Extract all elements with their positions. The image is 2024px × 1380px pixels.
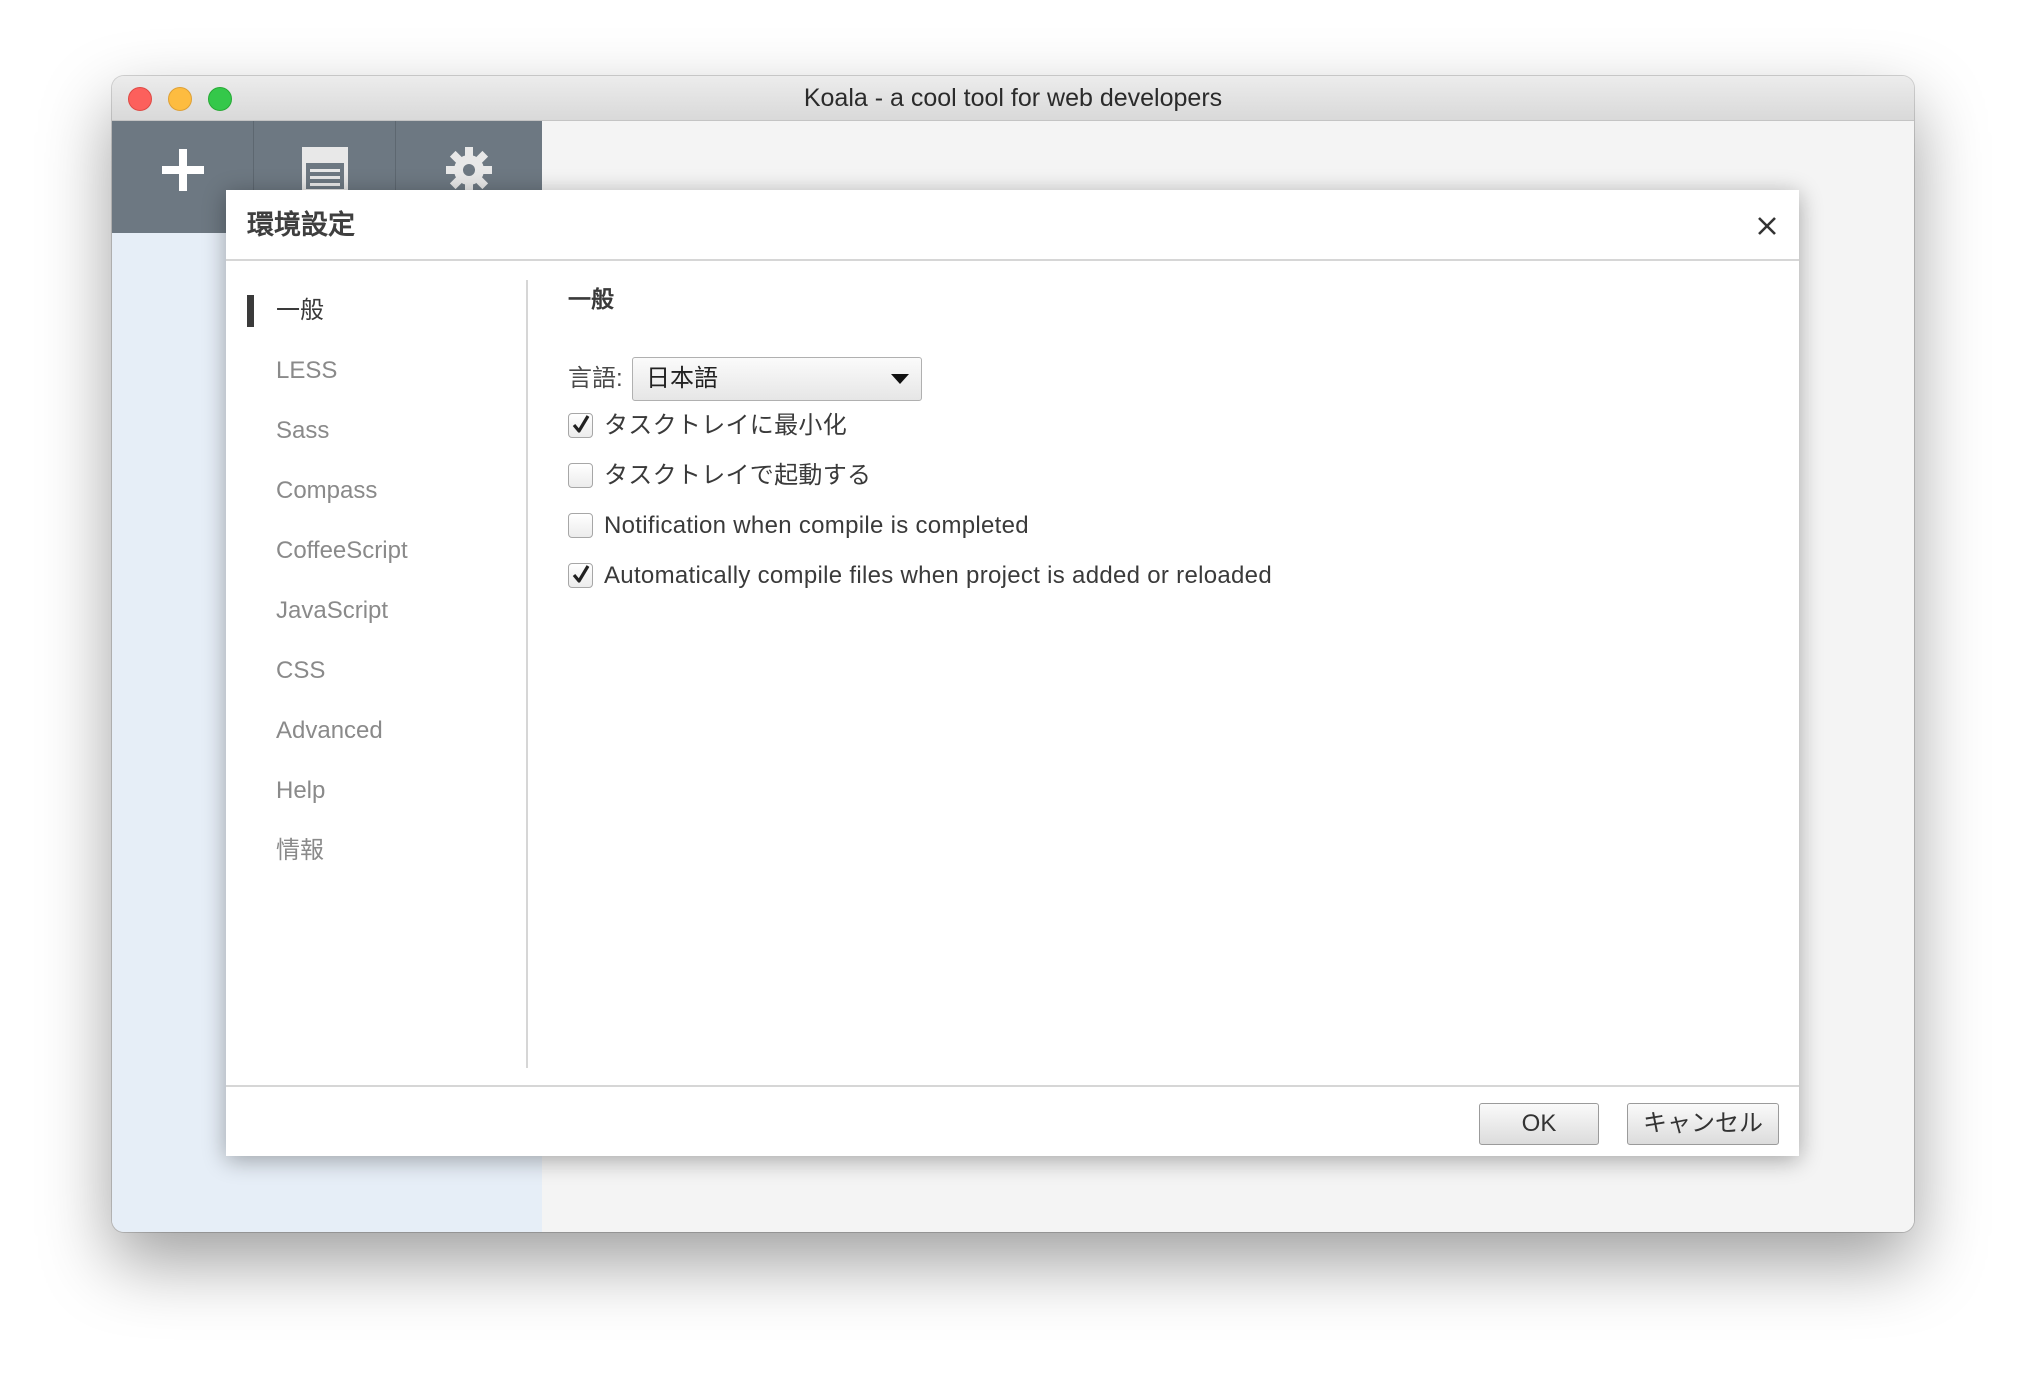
nav-item-label: 一般 (276, 297, 324, 324)
auto-compile-checkbox[interactable] (568, 563, 593, 588)
chevron-down-icon (891, 374, 909, 384)
dialog-footer: OK キャンセル (226, 1085, 1799, 1156)
nav-item-advanced[interactable]: Advanced (226, 701, 526, 761)
nav-item-about[interactable]: 情報 (226, 821, 526, 881)
nav-item-coffeescript[interactable]: CoffeeScript (226, 521, 526, 581)
checkbox-label: Notification when compile is completed (604, 512, 1029, 539)
nav-item-help[interactable]: Help (226, 761, 526, 821)
dialog-title: 環境設定 (247, 210, 355, 240)
document-icon (301, 147, 348, 193)
checkmark-icon (572, 415, 590, 433)
dialog-header: 環境設定 (226, 190, 1799, 261)
nav-item-javascript[interactable]: JavaScript (226, 581, 526, 641)
preferences-dialog: 環境設定 一般 LESS Sass Compass CoffeeScript J… (226, 190, 1799, 1156)
nav-item-less[interactable]: LESS (226, 341, 526, 401)
minimize-to-tray-checkbox[interactable] (568, 413, 593, 438)
ok-button[interactable]: OK (1479, 1103, 1599, 1145)
nav-divider (526, 280, 528, 1068)
checkbox-label: Automatically compile files when project… (604, 562, 1272, 589)
nav-item-general[interactable]: 一般 (226, 281, 526, 341)
nav-item-label: Sass (276, 417, 330, 444)
checkmark-icon (572, 565, 590, 583)
plus-icon (161, 149, 204, 191)
language-select[interactable]: 日本語 (632, 357, 922, 401)
window-title: Koala - a cool tool for web developers (803, 84, 1223, 112)
checkbox-label: タスクトレイで起動する (604, 462, 872, 489)
compile-notification-checkbox[interactable] (568, 513, 593, 538)
nav-item-compass[interactable]: Compass (226, 461, 526, 521)
gear-icon (446, 147, 492, 193)
checkbox-label: タスクトレイに最小化 (604, 412, 847, 439)
start-in-tray-checkbox[interactable] (568, 463, 593, 488)
active-marker (247, 295, 254, 327)
nav-item-label: Compass (276, 477, 378, 504)
nav-item-label: CSS (276, 657, 326, 684)
nav-item-label: 情報 (276, 837, 324, 864)
dialog-close-button[interactable] (1753, 212, 1781, 240)
app-window: Koala - a cool tool for web developers 環… (112, 76, 1914, 1232)
title-bar: Koala - a cool tool for web developers (112, 76, 1914, 121)
nav-item-label: JavaScript (276, 597, 389, 624)
nav-item-label: Advanced (276, 717, 383, 744)
cancel-button[interactable]: キャンセル (1627, 1103, 1779, 1145)
nav-item-label: Help (276, 777, 326, 804)
nav-item-sass[interactable]: Sass (226, 401, 526, 461)
nav-item-css[interactable]: CSS (226, 641, 526, 701)
nav-item-label: CoffeeScript (276, 537, 408, 564)
language-label: 言語: (568, 365, 623, 392)
section-title: 一般 (568, 286, 614, 312)
close-icon (1758, 217, 1776, 235)
language-value: 日本語 (646, 365, 718, 392)
nav-item-label: LESS (276, 357, 338, 384)
